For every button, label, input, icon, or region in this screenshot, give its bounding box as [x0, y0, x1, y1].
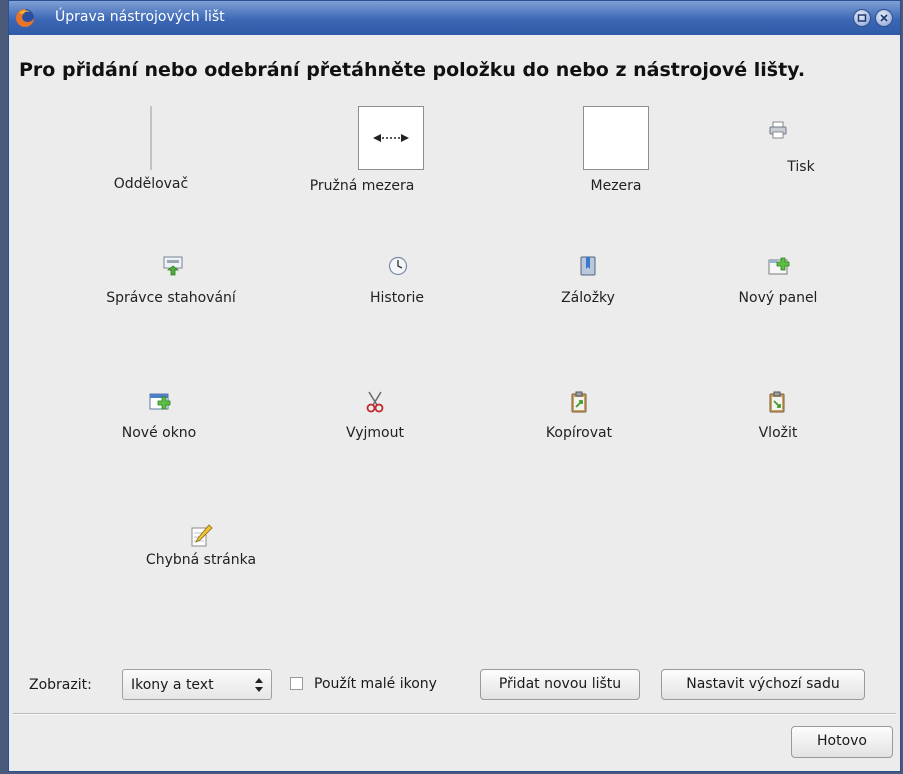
small-icons-checkbox[interactable]: [290, 677, 303, 690]
maximize-icon: [857, 14, 867, 22]
close-button[interactable]: [875, 9, 893, 27]
flexible-space-icon: [358, 106, 424, 170]
instructions-heading: Pro přidání nebo odebrání přetáhněte pol…: [19, 59, 806, 81]
clock-icon: [388, 256, 408, 276]
item-label: Oddělovač: [113, 176, 189, 192]
paste-icon: [769, 391, 785, 413]
palette-item-report-broken-site[interactable]: Chybná stránka: [111, 524, 291, 584]
show-mode-select[interactable]: Ikony a text: [122, 669, 272, 700]
item-label: Pružná mezera: [309, 178, 415, 194]
pencil-icon: [191, 524, 213, 547]
show-mode-value: Ikony a text: [131, 677, 214, 693]
palette-item-new-window[interactable]: Nové okno: [69, 391, 249, 451]
done-button[interactable]: Hotovo: [791, 726, 893, 758]
palette-item-paste[interactable]: Vložit: [688, 391, 868, 451]
item-label: Chybná stránka: [145, 552, 257, 568]
palette-item-print[interactable]: Tisk: [711, 121, 891, 181]
palette-item-downloads[interactable]: Správce stahování: [81, 256, 261, 316]
item-label: Nové okno: [121, 425, 197, 441]
item-label: Mezera: [590, 178, 642, 194]
downloads-icon: [163, 256, 183, 276]
small-icons-label[interactable]: Použít malé ikony: [314, 676, 437, 692]
item-label: Historie: [369, 290, 425, 306]
bookmarks-icon: [580, 256, 596, 276]
palette-item-separator[interactable]: Oddělovač: [61, 106, 241, 196]
item-label: Kopírovat: [545, 425, 613, 441]
palette-item-cut[interactable]: Vyjmout: [285, 391, 465, 451]
palette-item-new-tab[interactable]: Nový panel: [688, 256, 868, 316]
item-label: Tisk: [787, 159, 815, 175]
customize-toolbars-window: Úprava nástrojových lišt Pro přidání neb…: [8, 0, 901, 772]
palette-item-flexible-space[interactable]: Pružná mezera: [272, 106, 452, 196]
palette-item-history[interactable]: Historie: [307, 256, 487, 316]
printer-icon: [769, 121, 787, 139]
footer-divider: [13, 713, 896, 715]
palette-item-space[interactable]: Mezera: [526, 106, 706, 196]
item-label: Vyjmout: [346, 425, 404, 441]
maximize-button[interactable]: [853, 9, 871, 27]
palette-item-copy[interactable]: Kopírovat: [489, 391, 669, 451]
separator-icon: [150, 106, 152, 170]
palette-item-bookmarks[interactable]: Záložky: [498, 256, 678, 316]
scissors-icon: [366, 391, 384, 413]
show-label: Zobrazit:: [29, 677, 92, 693]
new-window-icon: [149, 393, 171, 410]
add-toolbar-button[interactable]: Přidat novou lištu: [480, 669, 640, 700]
item-label: Správce stahování: [106, 290, 236, 306]
title-bar[interactable]: Úprava nástrojových lišt: [9, 1, 900, 35]
new-tab-icon: [768, 257, 790, 275]
firefox-icon: [16, 9, 34, 27]
options-bar: Zobrazit: Ikony a text Použít malé ikony…: [9, 665, 902, 709]
space-icon: [583, 106, 649, 170]
window-title: Úprava nástrojových lišt: [55, 9, 225, 25]
spinner-arrows-icon: [255, 678, 263, 692]
restore-default-set-button[interactable]: Nastavit výchozí sadu: [661, 669, 865, 700]
item-label: Vložit: [758, 425, 798, 441]
item-label: Záložky: [561, 290, 615, 306]
copy-icon: [571, 391, 587, 413]
item-label: Nový panel: [738, 290, 818, 306]
close-icon: [880, 14, 888, 22]
